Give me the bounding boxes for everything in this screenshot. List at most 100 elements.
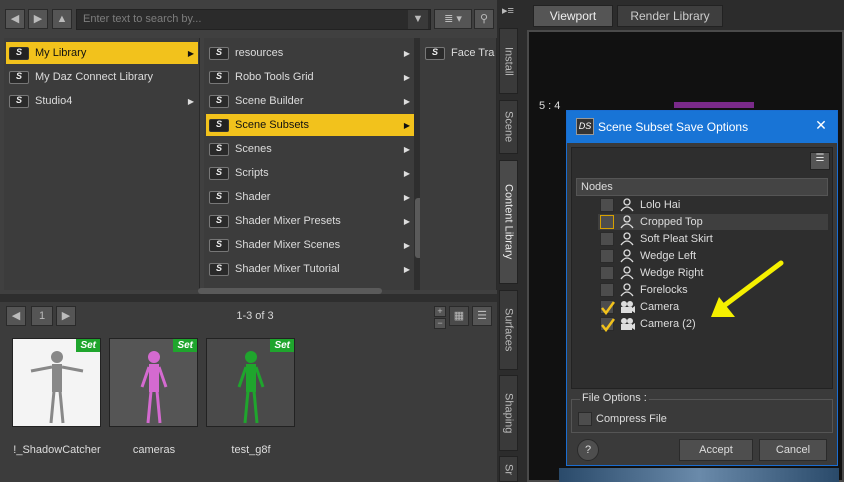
- expand-arrow-icon[interactable]: ▶: [188, 49, 194, 58]
- up-arrow-icon[interactable]: ▲: [52, 9, 72, 29]
- search-input[interactable]: Enter text to search by...: [76, 9, 431, 30]
- content-thumbnail[interactable]: Set: [206, 338, 295, 427]
- next-page-icon[interactable]: ▶: [56, 306, 76, 326]
- prev-page-icon[interactable]: ◀: [6, 306, 26, 326]
- figure-icon: [620, 198, 634, 212]
- folder-item[interactable]: Shader Mixer Presets ▶: [206, 210, 414, 232]
- folder-item[interactable]: Shader ▶: [206, 186, 414, 208]
- expand-arrow-icon[interactable]: ▶: [404, 265, 410, 274]
- zoom-out-icon[interactable]: −: [434, 318, 446, 329]
- node-checkbox[interactable]: [600, 317, 616, 333]
- search-icon[interactable]: ⚲: [474, 9, 494, 29]
- checkmark-icon: [601, 318, 616, 333]
- daz-logo-icon: DS: [576, 118, 594, 135]
- expand-arrow-icon[interactable]: ▶: [188, 97, 194, 106]
- folder-item[interactable]: Scene Subsets ▶: [206, 114, 414, 136]
- close-icon[interactable]: ✕: [811, 117, 831, 137]
- figure-icon: [620, 215, 634, 229]
- compress-file-label: Compress File: [596, 413, 667, 425]
- folder-icon: [209, 214, 229, 228]
- options-menu-icon[interactable]: ☰: [810, 152, 830, 170]
- expand-arrow-icon[interactable]: ▶: [404, 241, 410, 250]
- thumbnail-label: test_g8f: [231, 444, 271, 456]
- side-tab[interactable]: Install: [499, 28, 518, 94]
- node-checkbox[interactable]: [600, 215, 614, 229]
- folder-item[interactable]: Scenes ▶: [206, 138, 414, 160]
- figure-icon: [620, 232, 634, 246]
- expand-arrow-icon[interactable]: ▶: [404, 49, 410, 58]
- folder-label: Shader Mixer Scenes: [235, 239, 341, 251]
- folder-icon: [209, 238, 229, 252]
- folder-icon: [9, 46, 29, 60]
- page-number[interactable]: 1: [31, 306, 53, 326]
- back-arrow-icon[interactable]: ◀: [5, 9, 25, 29]
- cancel-button[interactable]: Cancel: [759, 439, 827, 461]
- folder-column-3: Face Tra: [420, 38, 497, 290]
- folder-item[interactable]: My Daz Connect Library: [6, 66, 198, 88]
- search-dropdown-icon[interactable]: ▼: [408, 10, 428, 29]
- view-tab[interactable]: Viewport: [533, 5, 613, 27]
- folder-item[interactable]: Scene Builder ▶: [206, 90, 414, 112]
- node-label: Camera: [640, 301, 680, 313]
- panel-splitter[interactable]: [0, 294, 497, 302]
- expand-arrow-icon[interactable]: ▶: [404, 145, 410, 154]
- folder-icon: [209, 190, 229, 204]
- expand-arrow-icon[interactable]: ▶: [404, 73, 410, 82]
- list-view-icon[interactable]: ☰: [472, 306, 492, 326]
- figure-preview-icon: [30, 351, 84, 424]
- node-checkbox[interactable]: [600, 266, 614, 280]
- zoom-in-icon[interactable]: +: [434, 306, 446, 317]
- folder-icon: [209, 118, 229, 132]
- figure-icon: [620, 266, 634, 280]
- compress-file-checkbox[interactable]: [578, 412, 592, 426]
- accept-button[interactable]: Accept: [679, 439, 753, 461]
- folder-item[interactable]: Shader Mixer Scenes ▶: [206, 234, 414, 256]
- expand-arrow-icon[interactable]: ▶: [404, 217, 410, 226]
- content-thumbnail[interactable]: Set: [109, 338, 198, 427]
- node-checkbox[interactable]: [600, 198, 614, 212]
- database-icon[interactable]: ≣ ▾: [434, 9, 472, 29]
- camera-icon: [620, 300, 635, 314]
- node-checkbox[interactable]: [600, 232, 614, 246]
- folder-label: Face Tra: [451, 47, 495, 59]
- expand-arrow-icon[interactable]: ▶: [404, 97, 410, 106]
- folder-item[interactable]: Face Tra: [422, 42, 495, 64]
- file-options-label: File Options :: [580, 392, 649, 404]
- content-thumbnail[interactable]: Set: [12, 338, 101, 427]
- side-tab[interactable]: Content Library: [499, 160, 518, 284]
- folder-item[interactable]: Studio4 ▶: [6, 90, 198, 112]
- set-badge: Set: [76, 339, 100, 352]
- expand-arrow-icon[interactable]: ▶: [404, 193, 410, 202]
- aspect-ratio-label: 5 : 4: [539, 100, 561, 112]
- folder-item[interactable]: Robo Tools Grid ▶: [206, 66, 414, 88]
- view-tab[interactable]: Render Library: [617, 5, 723, 27]
- folder-item[interactable]: Scripts ▶: [206, 162, 414, 184]
- expand-arrow-icon[interactable]: ▶: [404, 121, 410, 130]
- folder-item[interactable]: My Library ▶: [6, 42, 198, 64]
- expand-arrow-icon[interactable]: ▶: [404, 169, 410, 178]
- thumbnail-label: !_ShadowCatcher: [13, 444, 101, 456]
- node-checkbox[interactable]: [600, 249, 614, 263]
- dialog-titlebar: DS Scene Subset Save Options ✕: [567, 111, 837, 143]
- folder-icon: [209, 70, 229, 84]
- side-tab[interactable]: Surfaces: [499, 290, 518, 370]
- folder-icon: [9, 70, 29, 84]
- folder-label: Scene Builder: [235, 95, 304, 107]
- folder-item[interactable]: resources ▶: [206, 42, 414, 64]
- side-tab[interactable]: Scene: [499, 100, 518, 154]
- node-label: Cropped Top: [640, 216, 703, 228]
- side-tab[interactable]: Sr: [499, 456, 518, 482]
- folder-icon: [209, 94, 229, 108]
- folder-column-1: My Library ▶ My Daz Connect Library Studio4…: [4, 38, 200, 290]
- node-label: Camera (2): [640, 318, 696, 330]
- grid-view-icon[interactable]: ▦: [449, 306, 469, 326]
- node-checkbox[interactable]: [600, 300, 616, 316]
- side-tab[interactable]: Shaping: [499, 375, 518, 451]
- folder-icon: [209, 46, 229, 60]
- folder-item[interactable]: Shader Mixer Tutorial ▶: [206, 258, 414, 280]
- panel-menu-icon[interactable]: ▸≡: [499, 4, 517, 22]
- annotation-arrow-icon: [711, 260, 784, 317]
- node-checkbox[interactable]: [600, 283, 614, 297]
- forward-arrow-icon[interactable]: ▶: [28, 9, 48, 29]
- help-button[interactable]: ?: [577, 439, 599, 461]
